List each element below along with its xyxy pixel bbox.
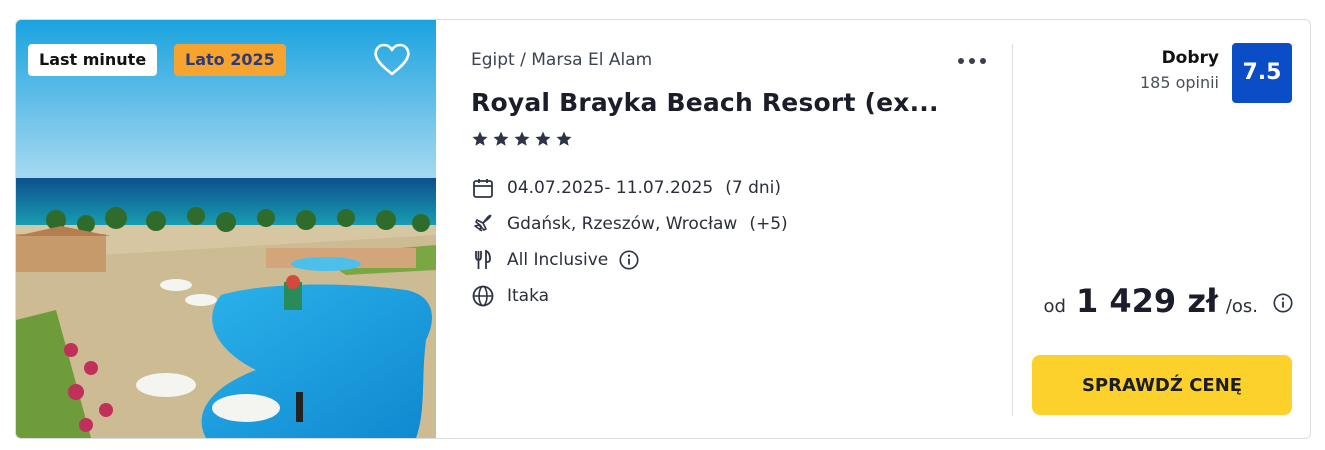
favorite-button[interactable] — [372, 40, 412, 80]
hotel-name[interactable]: Royal Brayka Beach Resort (ex... — [471, 88, 939, 117]
review-count: 185 opinii — [1139, 73, 1219, 92]
price-info-button[interactable] — [1272, 292, 1294, 314]
price-panel: Dobry 185 opinii 7.5 od 1 429 zł /os. SP… — [1016, 20, 1310, 438]
rating-score: 7.5 — [1232, 43, 1292, 103]
location-breadcrumb[interactable]: Egipt / Marsa El Alam — [471, 50, 652, 70]
info-icon — [1273, 293, 1293, 313]
season-badge: Lato 2025 — [174, 44, 286, 76]
calendar-icon — [471, 176, 495, 200]
board-type: All Inclusive — [507, 250, 609, 270]
star-icon — [556, 131, 572, 146]
board-info-button[interactable] — [618, 249, 640, 271]
star-icon — [493, 131, 509, 146]
more-dots-icon — [958, 58, 986, 64]
operator-row: Itaka — [471, 278, 788, 314]
plane-icon — [471, 212, 495, 236]
offer-info: Egipt / Marsa El Alam Royal Brayka Beach… — [471, 20, 1001, 438]
price-unit: /os. — [1225, 296, 1258, 317]
price-prefix: od — [1043, 296, 1066, 317]
rating-summary[interactable]: Dobry 185 opinii — [1140, 48, 1219, 92]
last-minute-badge: Last minute — [28, 44, 158, 76]
tour-operator: Itaka — [507, 286, 550, 306]
price: od 1 429 zł /os. — [1044, 282, 1294, 320]
check-price-button[interactable]: SPRAWDŹ CENĘ — [1032, 355, 1292, 415]
rating-label: Dobry — [1161, 48, 1219, 68]
cutlery-icon — [471, 248, 495, 272]
divider — [1012, 44, 1013, 416]
star-icon — [535, 131, 551, 146]
price-amount: 1 429 zł — [1075, 282, 1218, 320]
more-options-button[interactable] — [955, 50, 989, 72]
hotel-stars — [471, 130, 573, 148]
departure-more[interactable]: (+5) — [749, 214, 787, 234]
board-row: All Inclusive — [471, 242, 788, 278]
offer-card[interactable]: Last minute Lato 2025 Egipt / Marsa El A… — [15, 19, 1311, 439]
departure-row: Gdańsk, Rzeszów, Wrocław (+5) — [471, 206, 788, 242]
departure-cities: Gdańsk, Rzeszów, Wrocław — [507, 214, 738, 234]
dates-row: 04.07.2025- 11.07.2025 (7 dni) — [471, 170, 788, 206]
hotel-photo[interactable]: Last minute Lato 2025 — [16, 20, 436, 438]
heart-icon — [374, 43, 410, 76]
offer-details: 04.07.2025- 11.07.2025 (7 dni) Gdańsk, R… — [471, 170, 788, 314]
globe-icon — [471, 284, 495, 308]
dates-text: 04.07.2025- 11.07.2025 — [507, 178, 714, 198]
star-icon — [472, 131, 488, 146]
star-icon — [514, 131, 530, 146]
hotel-photo-image — [16, 20, 436, 438]
duration-text: (7 dni) — [725, 178, 781, 198]
info-icon — [619, 250, 639, 270]
